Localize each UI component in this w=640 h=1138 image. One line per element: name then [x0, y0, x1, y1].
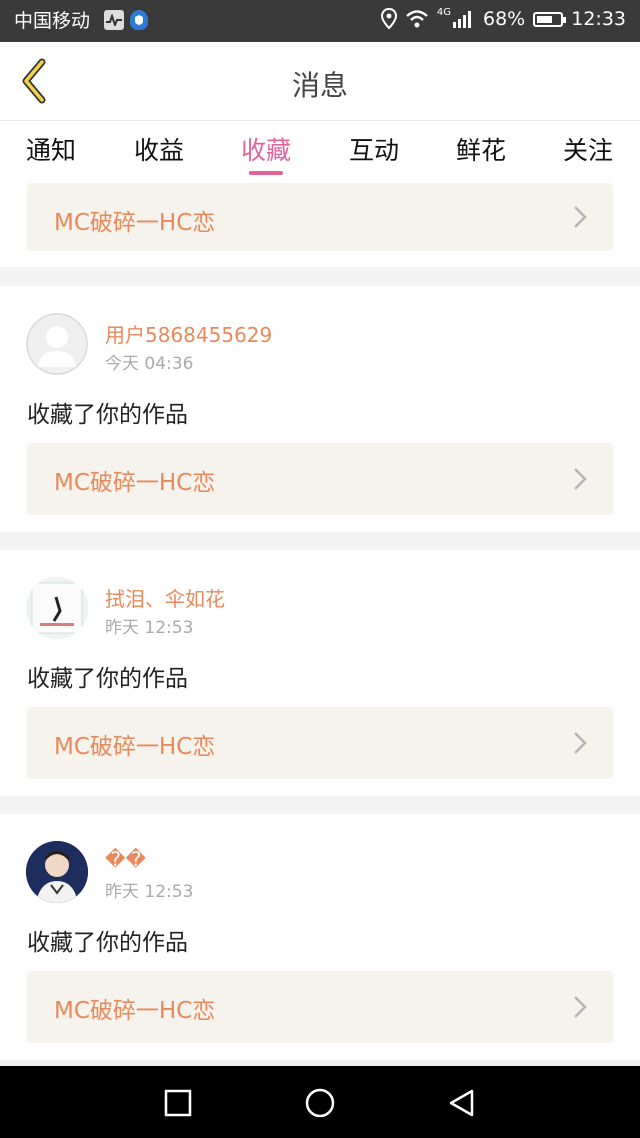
work-title: MC破碎一HC恋: [54, 998, 216, 1024]
tab-interactions[interactable]: 互动: [334, 131, 414, 167]
chevron-right-icon: [574, 468, 587, 490]
avatar[interactable]: [26, 313, 88, 375]
chevron-right-icon: [574, 732, 587, 754]
action-text: 收藏了你的作品: [27, 666, 188, 692]
signal-icon: [453, 11, 471, 28]
user-avatar-image: [26, 841, 88, 903]
username[interactable]: 拭泪、伞如花: [105, 583, 225, 612]
battery-icon: [533, 11, 567, 27]
tab-earnings[interactable]: 收益: [119, 131, 199, 167]
action-text: 收藏了你的作品: [27, 930, 188, 956]
message-card: MC破碎一HC恋: [0, 181, 640, 267]
chevron-right-icon: [574, 206, 587, 228]
home-circle-icon[interactable]: [305, 1088, 335, 1118]
status-notification-icons: [104, 10, 148, 30]
app-header: 消息: [0, 42, 640, 121]
tab-flowers[interactable]: 鲜花: [441, 131, 521, 167]
action-text: 收藏了你的作品: [27, 402, 188, 428]
status-right: 4G 68% 12:33: [380, 6, 626, 30]
recents-square-icon[interactable]: [163, 1088, 193, 1118]
location-icon: [380, 8, 397, 30]
timestamp: 今天 04:36: [105, 354, 194, 374]
chevron-right-icon: [574, 996, 587, 1018]
avatar[interactable]: [26, 841, 88, 903]
username[interactable]: ��: [105, 847, 146, 871]
work-link[interactable]: MC破碎一HC恋: [27, 707, 613, 779]
work-link[interactable]: MC破碎一HC恋: [27, 971, 613, 1043]
avatar[interactable]: [26, 577, 88, 639]
message-card: 用户5868455629 今天 04:36 收藏了你的作品 MC破碎一HC恋: [0, 286, 640, 532]
clock: 12:33: [571, 8, 626, 30]
message-card: 拭泪、伞如花 昨天 12:53 收藏了你的作品 MC破碎一HC恋: [0, 550, 640, 796]
active-tab-indicator: [249, 171, 283, 175]
default-avatar-icon: [26, 313, 88, 375]
work-title: MC破碎一HC恋: [54, 734, 216, 760]
system-nav-bar: [0, 1066, 640, 1138]
tab-following[interactable]: 关注: [548, 131, 628, 167]
back-triangle-icon[interactable]: [447, 1088, 477, 1118]
work-link[interactable]: MC破碎一HC恋: [27, 183, 613, 251]
shield-icon: [130, 10, 148, 30]
timestamp: 昨天 12:53: [105, 618, 194, 638]
status-bar: 中国移动 4G 68% 12:33: [0, 0, 640, 42]
tab-bar: 通知 收益 收藏 互动 鲜花 关注: [0, 121, 640, 181]
work-title: MC破碎一HC恋: [54, 210, 216, 236]
tab-favorites[interactable]: 收藏: [226, 131, 306, 167]
wifi-icon: [406, 10, 428, 28]
tab-notifications[interactable]: 通知: [11, 131, 91, 167]
work-title: MC破碎一HC恋: [54, 470, 216, 496]
user-avatar-image: [26, 577, 88, 639]
carrier-label: 中国移动: [14, 10, 91, 32]
page-title: 消息: [291, 69, 348, 102]
username[interactable]: 用户5868455629: [105, 319, 272, 348]
activity-icon: [104, 10, 124, 30]
battery-percent: 68%: [483, 8, 526, 30]
message-card: �� 昨天 12:53 收藏了你的作品 MC破碎一HC恋: [0, 814, 640, 1060]
work-link[interactable]: MC破碎一HC恋: [27, 443, 613, 515]
timestamp: 昨天 12:53: [105, 882, 194, 902]
network-type: 4G: [436, 6, 451, 18]
